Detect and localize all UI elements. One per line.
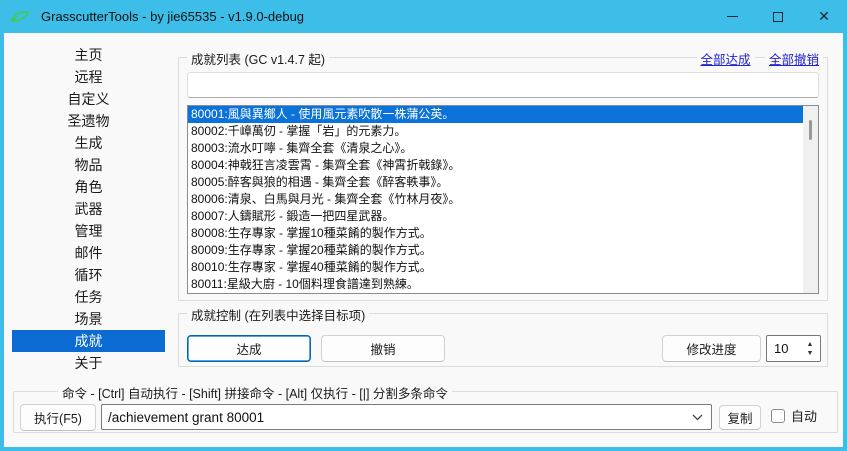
achievement-list-title: 成就列表 (GC v1.4.7 起) xyxy=(187,49,329,68)
achievement-list-groupbox: 成就列表 (GC v1.4.7 起) 全部达成 全部撤销 80001:風與異鄉人… xyxy=(178,57,828,301)
minimize-button[interactable] xyxy=(709,0,755,33)
sidebar-item-loop[interactable]: 循环 xyxy=(12,264,165,286)
achievement-row[interactable]: 80010:生存專家 - 掌握40種菜餚的製作方式。 xyxy=(188,259,803,276)
achievement-row[interactable]: 80007:人鑄賦形 - 鍛造一把四星武器。 xyxy=(188,208,803,225)
achievement-filter-input[interactable] xyxy=(187,72,819,98)
app-window: GrasscutterTools - by jie65535 - v1.9.0-… xyxy=(0,0,847,451)
spinner-down-icon[interactable]: ▼ xyxy=(803,349,817,358)
achievement-control-title: 成就控制 (在列表中选择目标项) xyxy=(187,305,369,324)
sidebar-item-artifact[interactable]: 圣遗物 xyxy=(12,110,165,132)
copy-button[interactable]: 复制 xyxy=(719,405,761,430)
achievement-row[interactable]: 80001:風與異鄉人 - 使用風元素吹散一株蒲公英。 xyxy=(188,106,803,123)
client-area: 主页 远程 自定义 圣遗物 生成 物品 角色 武器 管理 邮件 循环 任务 场景… xyxy=(4,33,843,447)
achievement-row[interactable]: 80009:生存專家 - 掌握20種菜餚的製作方式。 xyxy=(188,242,803,259)
achievement-control-groupbox: 成就控制 (在列表中选择目标项) 达成 撤销 修改进度 10 ▲ ▼ xyxy=(178,313,828,367)
sidebar-item-item[interactable]: 物品 xyxy=(12,154,165,176)
achievement-row[interactable]: 80011:星級大廚 - 10個料理食譜達到熟練。 xyxy=(188,276,803,293)
maximize-button[interactable] xyxy=(755,0,801,33)
achievement-row[interactable]: 80004:神戟狂言凌雲霄 - 集齊全套《神霄折戟錄》。 xyxy=(188,157,803,174)
sidebar-item-weapon[interactable]: 武器 xyxy=(12,198,165,220)
achievement-row[interactable]: 80006:清泉、白馬與月光 - 集齊全套《竹林月夜》。 xyxy=(188,191,803,208)
sidebar-item-scene[interactable]: 场景 xyxy=(12,308,165,330)
sidebar-item-remote[interactable]: 远程 xyxy=(12,66,165,88)
sidebar-nav: 主页 远程 自定义 圣遗物 生成 物品 角色 武器 管理 邮件 循环 任务 场景… xyxy=(12,44,165,374)
grant-all-link[interactable]: 全部达成 xyxy=(697,53,755,67)
achievement-row[interactable]: 80003:流水叮嚀 - 集齊全套《清泉之心》。 xyxy=(188,140,803,157)
achievement-row[interactable]: 80002:千嶂萬仞 - 掌握「岩」的元素力。 xyxy=(188,123,803,140)
run-command-button[interactable]: 执行(F5) xyxy=(20,404,96,431)
set-progress-button[interactable]: 修改进度 xyxy=(662,335,761,362)
sidebar-item-spawn[interactable]: 生成 xyxy=(12,132,165,154)
titlebar: GrasscutterTools - by jie65535 - v1.9.0-… xyxy=(0,0,847,33)
sidebar-item-quest[interactable]: 任务 xyxy=(12,286,165,308)
spinner-up-icon[interactable]: ▲ xyxy=(803,340,817,349)
revoke-button[interactable]: 撤销 xyxy=(321,335,445,362)
close-button[interactable]: ✕ xyxy=(801,0,847,33)
command-groupbox: 命令 - [Ctrl] 自动执行 - [Shift] 拼接命令 - [Alt] … xyxy=(13,391,838,433)
auto-checkbox-label: 自动 xyxy=(791,406,817,425)
sidebar-item-manage[interactable]: 管理 xyxy=(12,220,165,242)
command-title: 命令 - [Ctrl] 自动执行 - [Shift] 拼接命令 - [Alt] … xyxy=(58,383,452,402)
chevron-down-icon[interactable] xyxy=(692,414,703,421)
command-combobox[interactable] xyxy=(101,404,712,430)
grant-button[interactable]: 达成 xyxy=(187,335,311,362)
scrollbar-thumb[interactable] xyxy=(809,120,812,140)
progress-value: 10 xyxy=(774,336,788,361)
list-scrollbar[interactable] xyxy=(803,106,818,293)
window-title: GrasscutterTools - by jie65535 - v1.9.0-… xyxy=(41,9,304,24)
revoke-all-link[interactable]: 全部撤销 xyxy=(765,53,823,67)
auto-checkbox[interactable] xyxy=(771,409,785,423)
app-logo-icon xyxy=(9,9,31,25)
sidebar-item-mail[interactable]: 邮件 xyxy=(12,242,165,264)
sidebar-item-home[interactable]: 主页 xyxy=(12,44,165,66)
sidebar-item-avatar[interactable]: 角色 xyxy=(12,176,165,198)
auto-checkbox-wrap[interactable]: 自动 xyxy=(771,406,817,425)
sidebar-item-custom[interactable]: 自定义 xyxy=(12,88,165,110)
achievement-listbox[interactable]: 80001:風與異鄉人 - 使用風元素吹散一株蒲公英。 80002:千嶂萬仞 -… xyxy=(187,105,819,294)
sidebar-item-achievement[interactable]: 成就 xyxy=(12,330,165,352)
progress-spinner[interactable]: 10 ▲ ▼ xyxy=(766,335,821,362)
achievement-row[interactable]: 80005:醉客與狼的相遇 - 集齊全套《醉客軼事》。 xyxy=(188,174,803,191)
sidebar-item-about[interactable]: 关于 xyxy=(12,352,165,374)
achievement-row[interactable]: 80008:生存專家 - 掌握10種菜餚的製作方式。 xyxy=(188,225,803,242)
command-input[interactable] xyxy=(108,406,685,428)
